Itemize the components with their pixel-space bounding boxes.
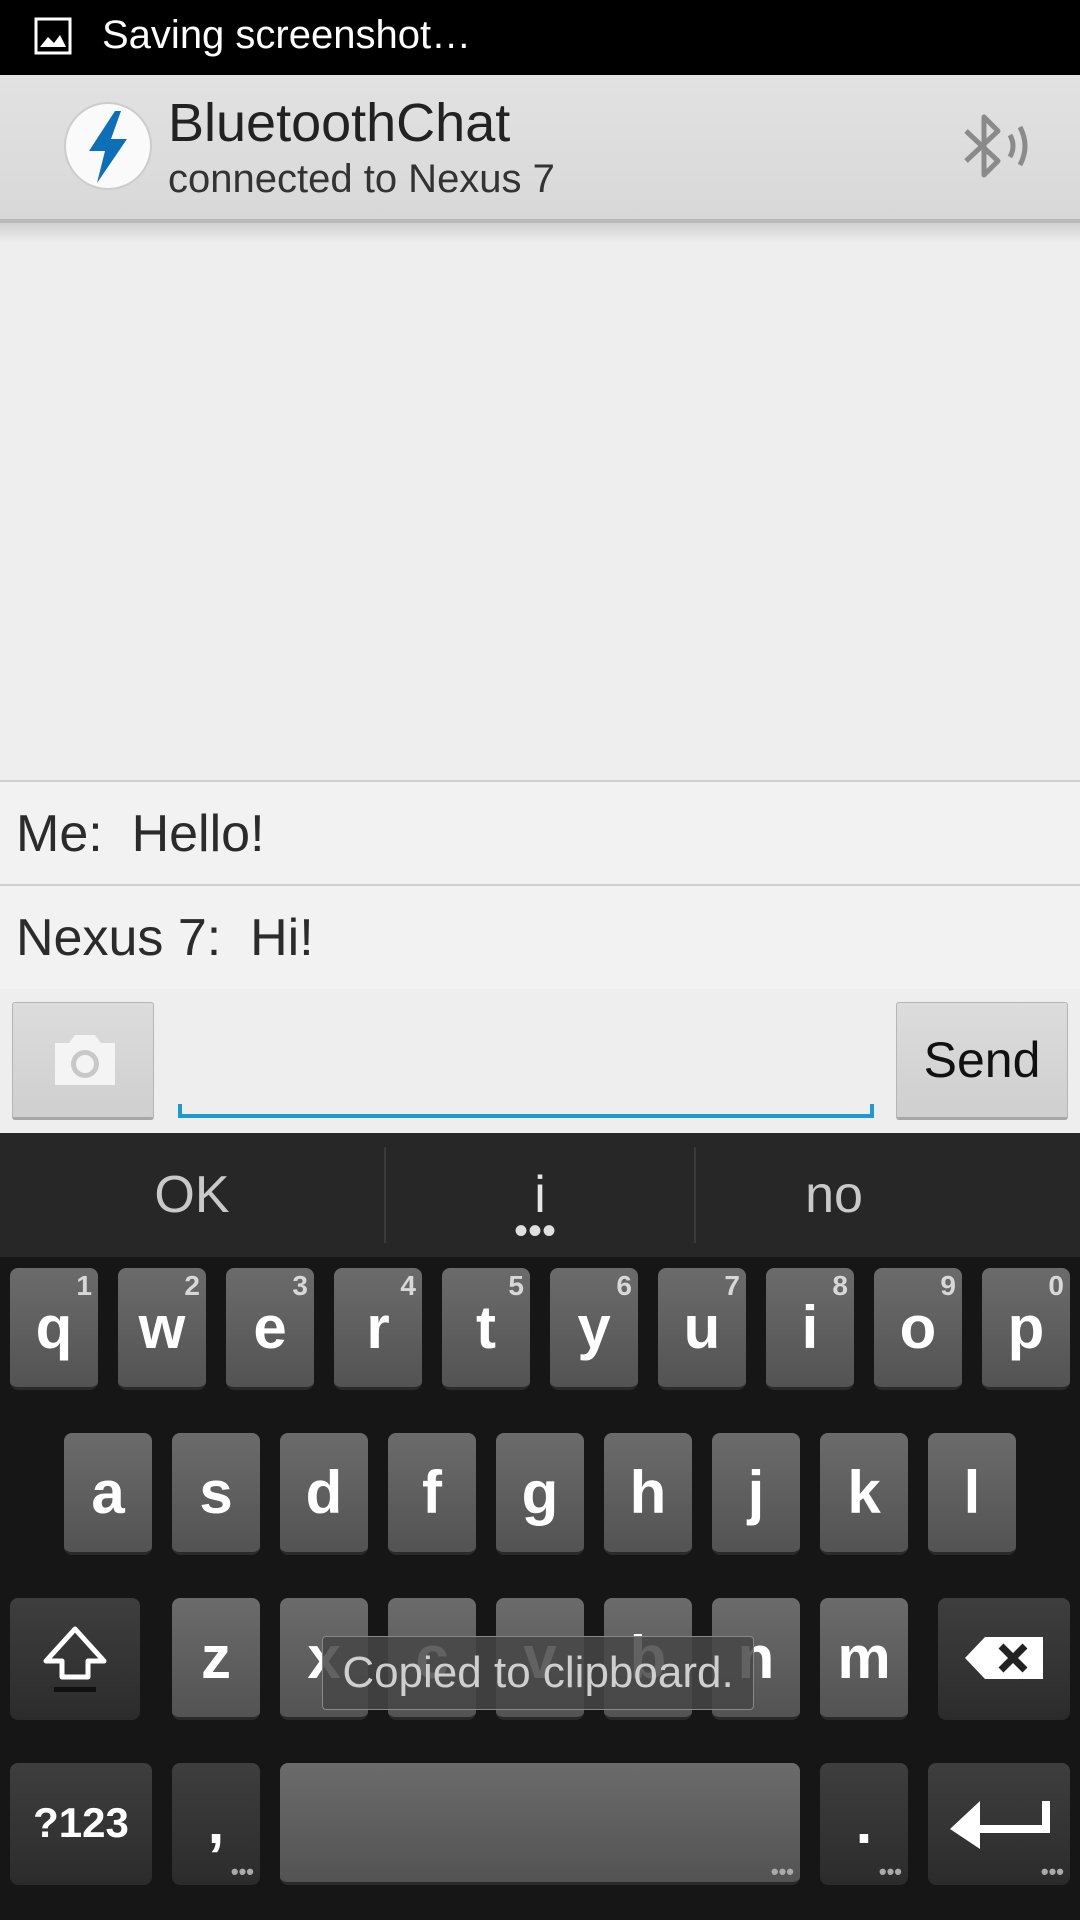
key-g[interactable]: g <box>496 1433 584 1555</box>
backspace-key[interactable] <box>938 1598 1070 1720</box>
period-label: . <box>855 1789 873 1856</box>
more-keys-icon: ••• <box>230 1859 254 1884</box>
suggestion-ok[interactable]: OK <box>0 1133 384 1257</box>
key-hint: 6 <box>616 1270 632 1301</box>
action-bar: BluetoothChat connected to Nexus 7 <box>0 75 1080 223</box>
connection-status: connected to Nexus 7 <box>168 157 555 201</box>
more-suggestions-icon: ••• <box>514 1209 557 1253</box>
symbols-key[interactable]: ?123 <box>10 1763 152 1885</box>
backspace-icon <box>965 1636 1043 1679</box>
image-icon <box>34 17 72 55</box>
key-label: f <box>422 1459 442 1526</box>
key-label: h <box>629 1459 667 1526</box>
bluetooth-discoverable-icon[interactable] <box>958 109 1034 183</box>
key-d[interactable]: d <box>280 1433 368 1555</box>
input-underline-cap <box>178 1104 182 1118</box>
key-label: y <box>577 1294 611 1361</box>
key-hint: 2 <box>184 1270 200 1301</box>
key-label: j <box>747 1459 765 1526</box>
key-h[interactable]: h <box>604 1433 692 1555</box>
key-k[interactable]: k <box>820 1433 908 1555</box>
key-label: k <box>847 1459 881 1526</box>
key-hint: 3 <box>292 1270 308 1301</box>
more-keys-icon: ••• <box>770 1859 794 1884</box>
key-hint: 0 <box>1048 1270 1064 1301</box>
key-e[interactable]: e3 <box>226 1268 314 1390</box>
key-hint: 7 <box>724 1270 740 1301</box>
key-m[interactable]: m <box>820 1598 908 1720</box>
symbols-label: ?123 <box>33 1798 129 1846</box>
key-q[interactable]: q1 <box>10 1268 98 1390</box>
key-t[interactable]: t5 <box>442 1268 530 1390</box>
key-r[interactable]: r4 <box>334 1268 422 1390</box>
key-z[interactable]: z <box>172 1598 260 1720</box>
shift-icon <box>43 1626 107 1692</box>
key-label: a <box>91 1459 125 1526</box>
key-p[interactable]: p0 <box>982 1268 1070 1390</box>
key-y[interactable]: y6 <box>550 1268 638 1390</box>
more-keys-icon: ••• <box>1040 1859 1064 1884</box>
key-label: p <box>1007 1294 1045 1361</box>
message-text: Me: Hello! <box>16 805 265 863</box>
key-hint: 4 <box>400 1270 416 1301</box>
key-hint: 9 <box>940 1270 956 1301</box>
suggestion-bar: OK i ••• no <box>0 1133 1080 1257</box>
action-bar-shadow <box>0 223 1080 243</box>
key-hint: 5 <box>508 1270 524 1301</box>
suggestion-no[interactable]: no <box>696 1133 972 1257</box>
enter-icon <box>950 1800 1050 1849</box>
lightning-bolt-icon[interactable] <box>63 101 153 191</box>
comma-key[interactable]: , ••• <box>172 1763 260 1885</box>
period-key[interactable]: . ••• <box>820 1763 908 1885</box>
shift-key[interactable] <box>10 1598 140 1720</box>
key-u[interactable]: u7 <box>658 1268 746 1390</box>
key-label: d <box>305 1459 343 1526</box>
key-label: q <box>35 1294 73 1361</box>
key-f[interactable]: f <box>388 1433 476 1555</box>
key-label: g <box>521 1459 559 1526</box>
comma-label: , <box>207 1789 225 1856</box>
key-label: t <box>476 1294 496 1361</box>
input-underline <box>178 1114 874 1118</box>
key-label: i <box>801 1294 819 1361</box>
key-a[interactable]: a <box>64 1433 152 1555</box>
key-hint: 1 <box>76 1270 92 1301</box>
status-bar: Saving screenshot… <box>0 0 1080 75</box>
key-i[interactable]: i8 <box>766 1268 854 1390</box>
key-j[interactable]: j <box>712 1433 800 1555</box>
enter-key[interactable]: ••• <box>928 1763 1070 1885</box>
send-button[interactable]: Send <box>896 1002 1068 1120</box>
toast-message: Copied to clipboard. <box>322 1636 754 1710</box>
more-keys-icon: ••• <box>878 1859 902 1884</box>
key-label: w <box>138 1294 186 1361</box>
key-label: s <box>199 1459 233 1526</box>
key-hint: 8 <box>832 1270 848 1301</box>
key-label: o <box>899 1294 937 1361</box>
key-label: z <box>201 1624 231 1691</box>
message-text: Nexus 7: Hi! <box>16 909 314 967</box>
camera-icon <box>55 1035 115 1085</box>
message-input[interactable] <box>178 1010 874 1118</box>
list-item[interactable]: Me: Hello! <box>0 780 1080 885</box>
app-title: BluetoothChat <box>168 93 511 153</box>
key-label: m <box>837 1624 891 1691</box>
suggestion-i[interactable]: i ••• <box>386 1133 694 1257</box>
key-label: l <box>963 1459 981 1526</box>
key-label: e <box>253 1294 287 1361</box>
key-l[interactable]: l <box>928 1433 1016 1555</box>
soft-keyboard: OK i ••• no ?123 , ••• ••• . ••• ••• q 1… <box>0 1133 1080 1920</box>
key-w[interactable]: w2 <box>118 1268 206 1390</box>
status-text: Saving screenshot… <box>102 13 472 57</box>
key-label: r <box>366 1294 390 1361</box>
camera-button[interactable] <box>12 1002 154 1120</box>
space-key[interactable]: ••• <box>280 1763 800 1885</box>
key-label: u <box>683 1294 721 1361</box>
key-s[interactable]: s <box>172 1433 260 1555</box>
key-o[interactable]: o9 <box>874 1268 962 1390</box>
list-item[interactable]: Nexus 7: Hi! <box>0 884 1080 989</box>
input-underline-cap <box>870 1104 874 1118</box>
